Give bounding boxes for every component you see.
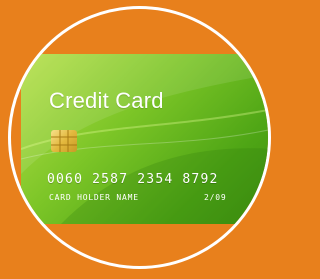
chip-icon <box>51 130 77 152</box>
card-number: 0060 2587 2354 8792 <box>47 172 219 187</box>
card-expiry: 2/09 <box>204 193 227 202</box>
illustration: Credit Card 0060 2587 2354 8792 CARD HOL… <box>0 0 275 279</box>
card-title: Credit Card <box>49 88 164 113</box>
circle-frame: Credit Card 0060 2587 2354 8792 CARD HOL… <box>8 6 271 269</box>
credit-card: Credit Card 0060 2587 2354 8792 CARD HOL… <box>21 54 268 224</box>
card-holder-label: CARD HOLDER NAME <box>49 193 139 202</box>
